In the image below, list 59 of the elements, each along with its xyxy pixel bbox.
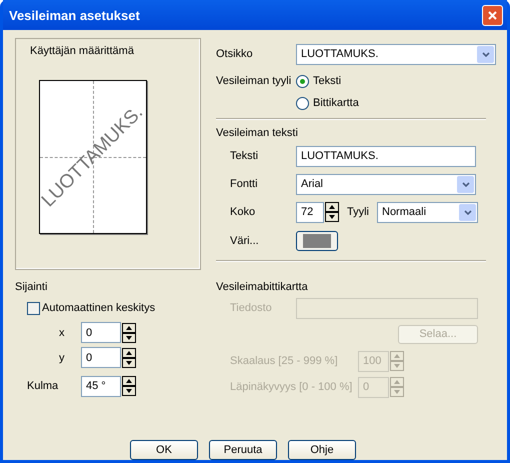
field-label: Skaalaus [25 - 999 %] [230, 355, 339, 367]
section-heading: Vesileimabittikartta [216, 280, 309, 295]
field-label: Koko [230, 206, 256, 218]
radio-button[interactable]: Teksti [296, 74, 342, 88]
spin-up-button[interactable] [122, 348, 136, 358]
field-label: Kulma [27, 380, 60, 392]
radio-button[interactable]: Bittikartta [296, 96, 359, 110]
dialog-button[interactable]: Peruuta [209, 440, 277, 460]
up-arrow-icon [329, 205, 335, 209]
up-arrow-icon [126, 350, 132, 354]
field-label: Tyyli [347, 206, 370, 218]
angle-field[interactable]: 45 ° [81, 376, 121, 396]
size-field[interactable]: 72 [296, 202, 324, 222]
up-arrow-icon [126, 326, 132, 330]
chevron-down-icon [482, 52, 490, 56]
field-label: Otsikko [216, 48, 254, 60]
down-arrow-icon [329, 215, 335, 219]
x-field[interactable]: 0 [81, 322, 121, 343]
dialog-button[interactable]: OK [130, 440, 198, 460]
field-label: Fontti [230, 178, 259, 190]
dropdown-field[interactable]: Arial [296, 174, 476, 194]
spin-down-button[interactable] [122, 332, 136, 342]
dialog-button[interactable]: Ohje [288, 440, 356, 460]
spin-down-button[interactable] [122, 386, 136, 396]
spin-down-button[interactable] [325, 212, 339, 222]
field-label: Vesileiman tyyli [216, 75, 292, 87]
preview-label: Käyttäjän määrittämä [30, 45, 134, 57]
down-arrow-icon [394, 364, 400, 368]
spin-up-button[interactable] [325, 202, 339, 212]
up-arrow-icon [394, 354, 400, 358]
color-button[interactable] [296, 231, 338, 251]
file-field[interactable] [296, 298, 478, 318]
chevron-down-icon [464, 210, 472, 214]
down-arrow-icon [394, 390, 400, 394]
down-arrow-icon [126, 389, 132, 393]
close-icon [488, 10, 497, 20]
close-button[interactable] [482, 4, 503, 26]
field-label: x [59, 326, 66, 338]
spin-down-button[interactable] [122, 358, 136, 368]
y-field[interactable]: 0 [81, 347, 121, 368]
chevron-down-icon [462, 182, 470, 186]
up-arrow-icon [394, 380, 400, 384]
up-arrow-icon [126, 379, 132, 383]
field-label: Teksti [230, 150, 260, 162]
checkbox[interactable]: Automaattinen keskitys [27, 302, 156, 314]
section-heading: Sijainti [15, 280, 48, 295]
text-field[interactable]: LUOTTAMUKS. [296, 146, 476, 166]
field-label: y [59, 352, 66, 364]
section-heading: Vesileiman teksti [216, 126, 299, 141]
spin-up-button[interactable] [122, 376, 136, 386]
dropdown-field[interactable]: Normaali [377, 202, 478, 222]
down-arrow-icon [126, 336, 132, 340]
field-label: Väri... [230, 235, 260, 247]
field-label: Läpinäkyvyys [0 - 100 %] [230, 381, 354, 393]
down-arrow-icon [126, 360, 132, 364]
window-title: Vesileiman asetukset [9, 8, 140, 22]
dropdown-field[interactable]: LUOTTAMUKS. [296, 44, 496, 64]
spin-up-button[interactable] [122, 322, 136, 332]
field-label: Tiedosto [230, 302, 273, 314]
